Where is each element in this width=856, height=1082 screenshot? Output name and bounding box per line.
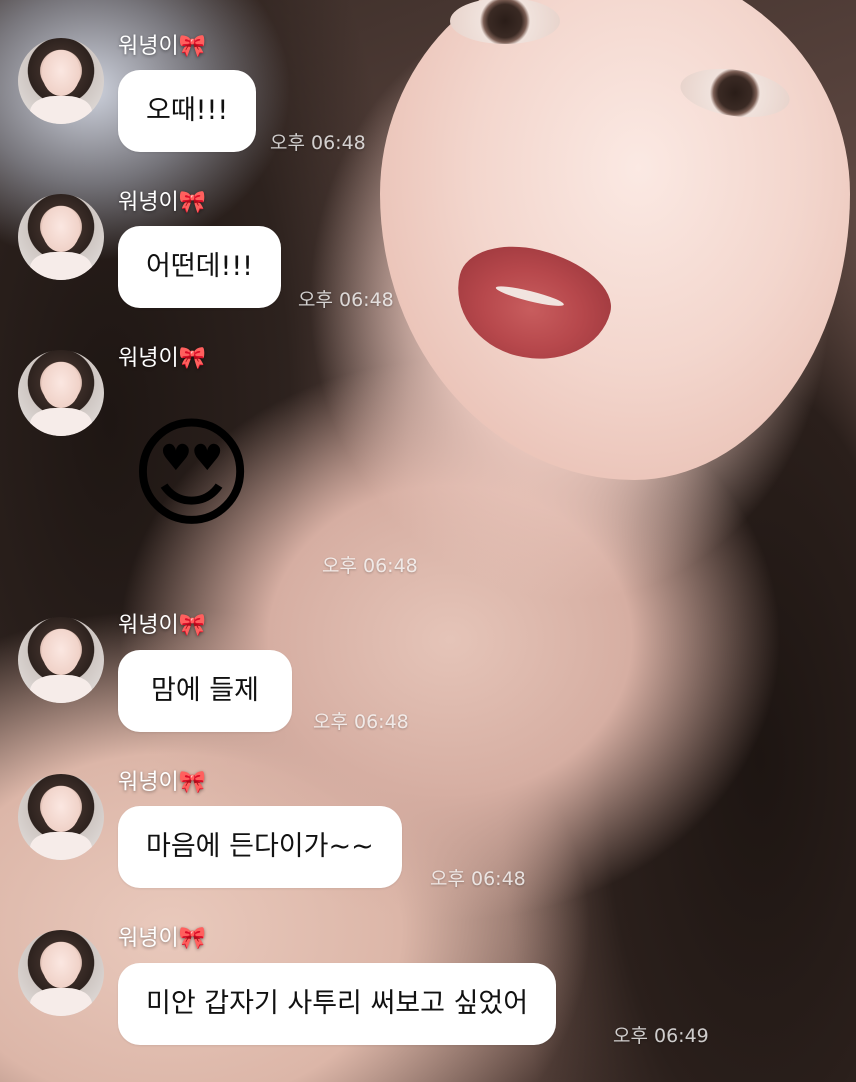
sender-name: 워녕이🎀 xyxy=(118,613,207,638)
sender-name: 워녕이🎀 xyxy=(118,190,207,215)
avatar[interactable] xyxy=(18,38,104,124)
emoji-message[interactable]: 😍 xyxy=(129,415,254,535)
avatar[interactable] xyxy=(18,930,104,1016)
sender-name: 워녕이🎀 xyxy=(118,770,207,795)
message-bubble[interactable]: 오때!!! xyxy=(118,70,257,152)
message-time: 오후 06:48 xyxy=(298,289,394,311)
message-time: 오후 06:48 xyxy=(270,132,366,154)
sender-name: 워녕이🎀 xyxy=(118,346,207,371)
avatar[interactable] xyxy=(18,194,104,280)
sender-name: 워녕이🎀 xyxy=(118,926,207,951)
chat-thread: 워녕이🎀 오때!!! 오후 06:48 워녕이🎀 어떤데!!! 오후 06:48… xyxy=(0,0,856,1082)
avatar[interactable] xyxy=(18,774,104,860)
message-time: 오후 06:49 xyxy=(613,1025,709,1047)
message-time: 오후 06:48 xyxy=(430,868,526,890)
message-time: 오후 06:48 xyxy=(313,711,409,733)
message-bubble[interactable]: 맘에 들제 xyxy=(118,650,292,732)
message-bubble[interactable]: 마음에 든다이가~~ xyxy=(118,806,402,888)
avatar[interactable] xyxy=(18,617,104,703)
message-time: 오후 06:48 xyxy=(322,555,418,577)
message-bubble[interactable]: 어떤데!!! xyxy=(118,226,281,308)
message-bubble[interactable]: 미안 갑자기 사투리 써보고 싶었어 xyxy=(118,963,557,1045)
sender-name: 워녕이🎀 xyxy=(118,34,207,59)
avatar[interactable] xyxy=(18,350,104,436)
